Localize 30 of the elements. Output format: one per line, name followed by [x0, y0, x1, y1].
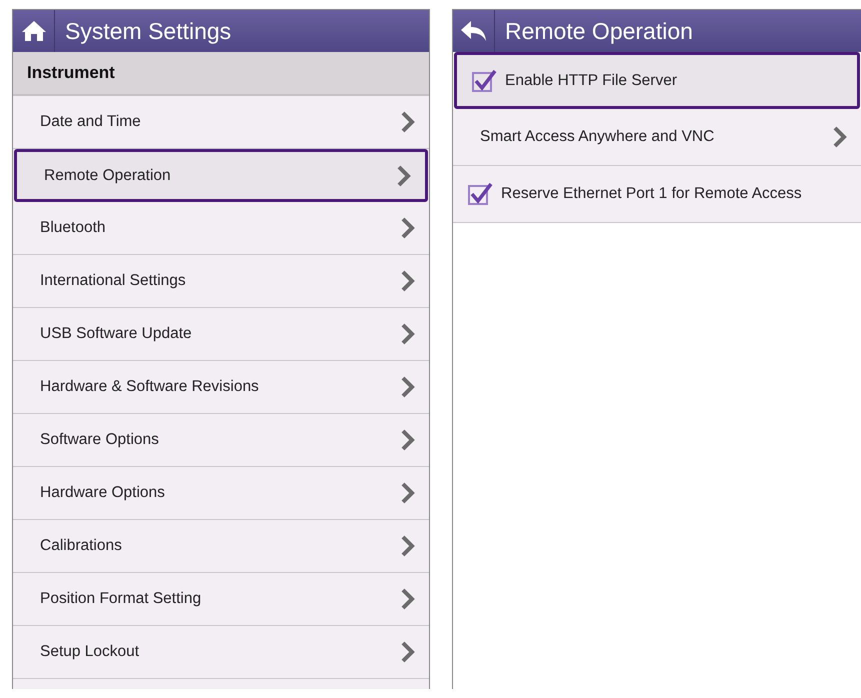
checkbox-item[interactable]: Reserve Ethernet Port 1 for Remote Access — [453, 166, 861, 223]
chevron-icon — [401, 270, 415, 292]
panel-title: Remote Operation — [504, 18, 693, 44]
checkbox-item[interactable]: Enable HTTP File Server — [454, 52, 860, 109]
menu-item[interactable]: Smart Access Anywhere and VNC — [453, 109, 861, 166]
chevron-icon — [397, 164, 411, 186]
home-icon — [20, 19, 46, 43]
menu-item[interactable]: International Settings — [13, 255, 429, 308]
menu-item[interactable]: Hardware Options — [13, 467, 429, 520]
chevron-icon — [401, 641, 415, 663]
chevron-icon — [401, 376, 415, 398]
chevron-icon — [401, 535, 415, 557]
chevron-icon — [833, 126, 847, 148]
chevron-icon — [401, 588, 415, 610]
chevron-icon — [401, 429, 415, 451]
back-arrow-icon — [460, 19, 488, 43]
panel-title: System Settings — [64, 18, 232, 44]
menu-item[interactable]: Setup Lockout — [13, 626, 429, 679]
chevron-icon — [401, 482, 415, 504]
menu-item[interactable]: Calibrations — [13, 520, 429, 573]
section-header: Instrument — [13, 52, 429, 96]
menu-item[interactable]: Bluetooth — [13, 202, 429, 255]
menu-item[interactable]: Remote Operation — [14, 149, 428, 202]
menu-item[interactable]: USB Software Update — [13, 308, 429, 361]
chevron-icon — [401, 323, 415, 345]
menu-item[interactable]: Position Format Setting — [13, 573, 429, 626]
chevron-icon — [401, 217, 415, 239]
chevron-icon — [401, 111, 415, 133]
menu-item[interactable]: Hardware & Software Revisions — [13, 361, 429, 414]
menu-item[interactable]: Software Options — [13, 414, 429, 467]
